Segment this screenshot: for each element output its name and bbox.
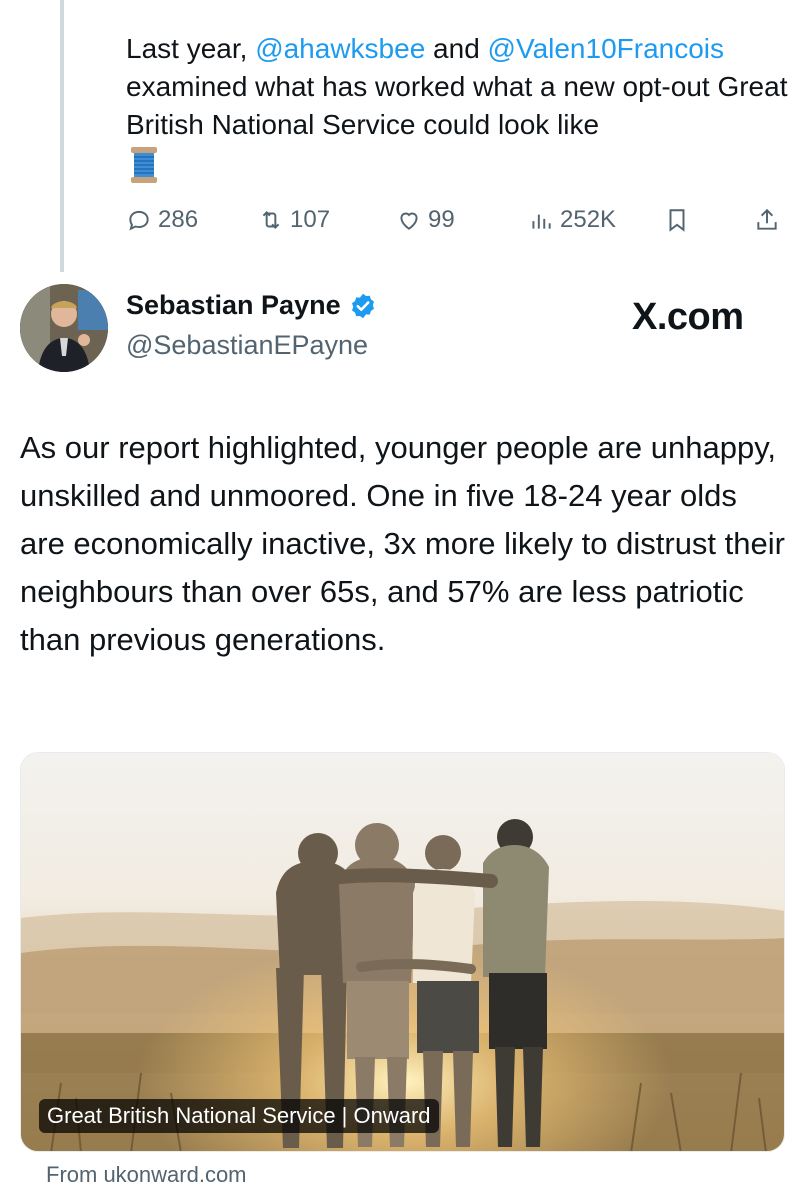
verified-badge-icon [351, 293, 374, 318]
top-tweet-text: Last year, @ahawksbee and @Valen10Franco… [126, 30, 796, 144]
avatar[interactable] [20, 284, 108, 372]
card-title: Great British National Service | Onward [39, 1099, 439, 1133]
share-icon [757, 208, 777, 230]
reply-button[interactable]: 286 [126, 200, 198, 240]
views-chart-icon [532, 214, 551, 229]
card-source[interactable]: From ukonward.com [46, 1162, 247, 1188]
repost-button[interactable]: 107 [258, 200, 330, 240]
mention-link-ahawksbee[interactable]: @ahawksbee [255, 33, 425, 64]
x-com-watermark: X.com [632, 296, 744, 338]
mention-link-valen10francois[interactable]: @Valen10Francois [488, 33, 724, 64]
reply-icon [129, 210, 149, 231]
author-name: Sebastian Payne [126, 290, 341, 320]
tweet-action-bar: 286 107 99 252K [126, 200, 786, 240]
reply-count: 286 [158, 206, 199, 233]
bookmark-icon [669, 209, 685, 232]
views-count: 252K [560, 206, 617, 233]
views-button[interactable]: 252K [528, 200, 616, 240]
author-name-row[interactable]: Sebastian Payne [126, 290, 377, 321]
bookmark-button[interactable] [664, 200, 690, 240]
top-tweet-text-part: and [425, 33, 488, 64]
top-tweet-text-part: examined what has worked what a new opt-… [126, 71, 788, 140]
author-handle[interactable]: @SebastianEPayne [126, 330, 368, 361]
avatar-photo [20, 284, 108, 372]
repost-icon [262, 211, 280, 229]
card-image [21, 753, 784, 1151]
share-button[interactable] [754, 200, 780, 240]
tweet-text: As our report highlighted, younger peopl… [20, 430, 785, 657]
top-tweet-text-part: Last year, [126, 33, 256, 64]
like-count: 99 [428, 206, 455, 233]
thread-connector-line [60, 0, 64, 272]
thread-spool-icon [131, 147, 157, 183]
repost-count: 107 [290, 206, 331, 233]
link-card[interactable]: Great British National Service | Onward [20, 752, 785, 1152]
like-button[interactable]: 99 [396, 200, 455, 240]
heart-icon [400, 212, 418, 230]
